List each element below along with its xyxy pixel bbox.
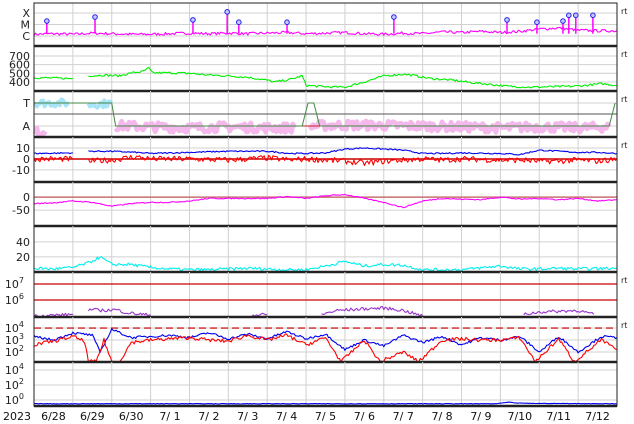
flare-marker bbox=[573, 12, 579, 19]
y-tick-label: 40 bbox=[16, 236, 30, 249]
y-tick-label-text: A bbox=[22, 120, 30, 133]
y-tick-label: 100 bbox=[5, 392, 24, 407]
x-tick-label: 7/ 5 bbox=[315, 410, 336, 423]
realtime-label: rt bbox=[621, 95, 627, 104]
year-label: 2023 bbox=[3, 410, 31, 423]
toward-scatter-line bbox=[86, 98, 114, 110]
y-tick-label: A bbox=[22, 120, 30, 133]
y-tick-label-text: 40 bbox=[16, 236, 30, 249]
x-tick-label: 7/ 1 bbox=[159, 410, 180, 423]
flare-marker bbox=[534, 19, 540, 26]
y-tick-label: 106 bbox=[5, 292, 24, 307]
y-tick-exponent: 3 bbox=[19, 332, 24, 341]
x-tick-label: 7/ 3 bbox=[237, 410, 258, 423]
y-tick-label: C bbox=[22, 30, 30, 43]
y-tick-label-text: 400 bbox=[9, 76, 30, 89]
flare-marker bbox=[566, 12, 572, 19]
flare-marker bbox=[284, 19, 290, 26]
y-tick-label-text: -50 bbox=[12, 204, 30, 217]
flare-marker bbox=[92, 14, 98, 20]
x-tick-label: 7/ 8 bbox=[431, 410, 452, 423]
x-tick-label: 7/11 bbox=[546, 410, 571, 423]
y-tick-exponent: 4 bbox=[19, 362, 24, 371]
x-tick-label: 6/28 bbox=[41, 410, 66, 423]
density-line bbox=[33, 256, 618, 272]
xray-flux-line bbox=[33, 26, 618, 36]
x-tick-label: 7/ 7 bbox=[393, 410, 414, 423]
realtime-label: rt bbox=[621, 276, 627, 285]
y-tick-label: 102 bbox=[5, 377, 24, 392]
flare-marker bbox=[224, 9, 230, 15]
bt-line bbox=[88, 147, 618, 156]
y-tick-label: 102 bbox=[5, 344, 24, 359]
bz-line bbox=[87, 154, 618, 167]
flare-marker bbox=[504, 17, 510, 23]
realtime-label: rt bbox=[621, 50, 627, 59]
y-tick-label-text: 10 bbox=[5, 346, 19, 359]
x-tick-label: 7/ 2 bbox=[198, 410, 219, 423]
y-tick-label-text: 0 bbox=[23, 191, 30, 204]
x-tick-label: 7/ 9 bbox=[470, 410, 491, 423]
electron-flux-line bbox=[523, 309, 595, 316]
x-tick-label: 7/12 bbox=[585, 410, 610, 423]
y-tick-label: 0 bbox=[23, 191, 30, 204]
y-tick-label: 400 bbox=[9, 76, 30, 89]
y-tick-exponent: 2 bbox=[19, 344, 24, 353]
y-tick-label: 104 bbox=[5, 362, 24, 377]
x-tick-label: 6/30 bbox=[119, 410, 144, 423]
y-tick-label: -10 bbox=[12, 164, 30, 177]
electron-flux-line bbox=[321, 305, 424, 317]
y-tick-label: 107 bbox=[5, 276, 24, 291]
dst-index-line bbox=[33, 193, 618, 209]
y-tick-exponent: 2 bbox=[19, 377, 24, 386]
y-tick-label: 20 bbox=[16, 251, 30, 264]
realtime-label: rt bbox=[621, 7, 627, 16]
y-tick-label-text: 20 bbox=[16, 251, 30, 264]
y-tick-label-text: 10 bbox=[5, 278, 19, 291]
flare-marker bbox=[190, 17, 196, 23]
y-tick-label-text: 10 bbox=[5, 379, 19, 392]
realtime-label: rt bbox=[621, 141, 627, 150]
y-tick-exponent: 0 bbox=[19, 392, 24, 401]
flare-marker bbox=[560, 18, 566, 24]
realtime-label: rt bbox=[621, 321, 627, 330]
y-tick-label-text: 10 bbox=[5, 394, 19, 407]
away-scatter-line bbox=[113, 118, 297, 135]
away-scatter-line bbox=[32, 125, 48, 139]
flare-marker bbox=[590, 12, 596, 19]
y-tick-label: -50 bbox=[12, 204, 30, 217]
y-tick-label-text: C bbox=[22, 30, 30, 43]
y-tick-label-text: T bbox=[22, 97, 30, 110]
y-tick-label-text: -10 bbox=[12, 164, 30, 177]
proton-flux-high-line bbox=[33, 328, 618, 354]
away-scatter-line bbox=[307, 118, 612, 135]
y-tick-label-text: 10 bbox=[5, 364, 19, 377]
x-tick-label: 7/ 6 bbox=[354, 410, 375, 423]
y-tick-label-text: 10 bbox=[5, 294, 19, 307]
y-tick-exponent: 4 bbox=[19, 320, 24, 329]
y-tick-exponent: 7 bbox=[19, 276, 24, 285]
flare-marker bbox=[236, 19, 242, 26]
proton-flux-low-line bbox=[33, 333, 618, 363]
high-energy-proton-flux-line bbox=[34, 401, 617, 405]
x-tick-label: 7/10 bbox=[507, 410, 532, 423]
bt-line bbox=[33, 151, 73, 155]
speed-line bbox=[33, 76, 73, 80]
y-tick-exponent: 6 bbox=[19, 292, 24, 301]
x-tick-label: 7/ 4 bbox=[276, 410, 297, 423]
y-tick-label: T bbox=[22, 97, 30, 110]
flare-marker bbox=[44, 18, 50, 24]
x-tick-label: 6/29 bbox=[80, 410, 105, 423]
speed-line bbox=[88, 66, 617, 89]
space-weather-chart: XMCrt700600500400rtTArt100-10rt0-5040201… bbox=[3, 2, 627, 423]
electron-flux-line bbox=[87, 307, 151, 317]
flare-marker bbox=[391, 14, 397, 20]
